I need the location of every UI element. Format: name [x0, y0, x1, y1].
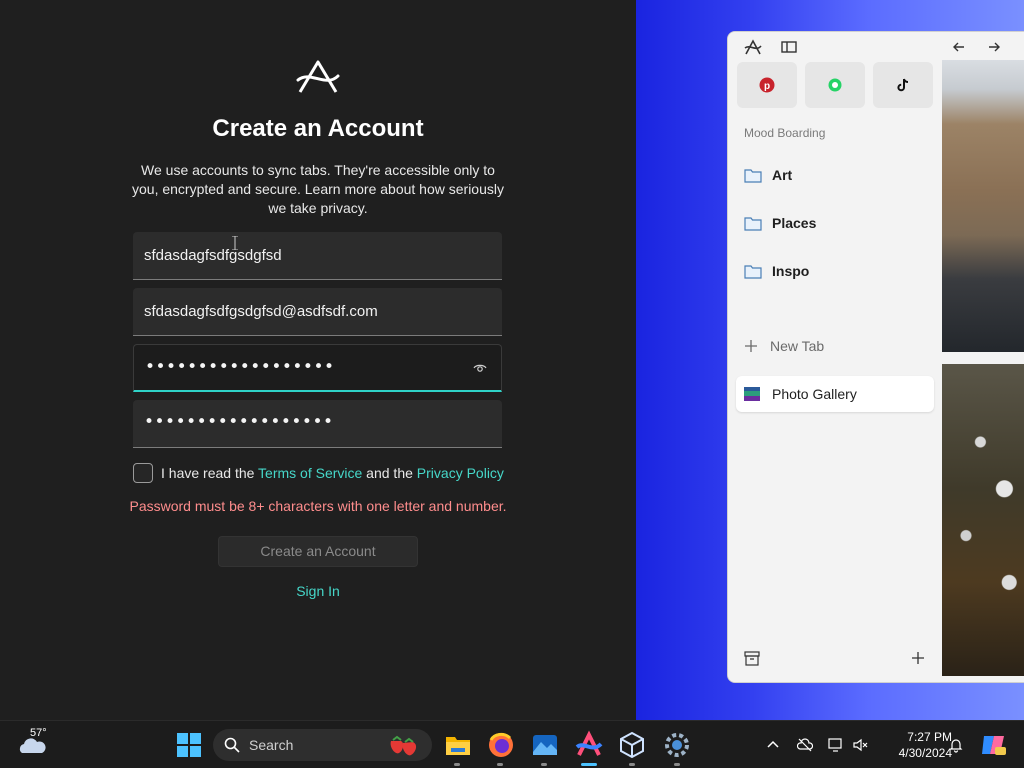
confirm-password-value: •••••••••••••••••• — [144, 412, 334, 432]
gallery-photo-aerial-beach[interactable] — [942, 60, 1024, 352]
running-indicator — [629, 763, 635, 766]
strawberry-icon — [390, 735, 417, 756]
system-clock[interactable]: 7:27 PM 4/30/2024 — [880, 729, 952, 761]
folder-art[interactable]: Art — [744, 164, 792, 186]
folder-label: Places — [772, 215, 817, 231]
pinned-whatsapp[interactable] — [805, 62, 865, 108]
virtualbox-cube-icon[interactable] — [617, 730, 647, 760]
terms-checkbox[interactable] — [133, 463, 153, 483]
pinterest-icon: p — [759, 77, 775, 93]
create-account-button[interactable]: Create an Account — [218, 536, 418, 567]
running-indicator — [454, 763, 460, 766]
confirm-password-field[interactable]: •••••••••••••••••• — [133, 400, 502, 448]
text-cursor-icon — [232, 236, 238, 250]
whatsapp-icon — [828, 78, 842, 92]
password-value: •••••••••••••••••• — [145, 357, 335, 377]
clock-time: 7:27 PM — [907, 730, 952, 744]
terms-of-service-link[interactable]: Terms of Service — [258, 465, 362, 481]
clock-date: 4/30/2024 — [898, 746, 952, 760]
back-arrow-icon[interactable] — [950, 38, 968, 56]
show-password-icon[interactable] — [473, 361, 487, 375]
browser-sidebar: p Mood Boarding Art Places Inspo New Tab… — [728, 32, 1000, 682]
pinned-tiktok[interactable] — [873, 62, 933, 108]
tiktok-icon — [897, 78, 909, 92]
folder-icon — [744, 265, 762, 279]
folder-icon — [744, 169, 762, 183]
chevron-up-icon[interactable] — [765, 737, 781, 753]
arc-browser-icon[interactable] — [574, 730, 604, 760]
folder-places[interactable]: Places — [744, 212, 816, 234]
folder-inspo[interactable]: Inspo — [744, 260, 809, 282]
browser-window: p Mood Boarding Art Places Inspo New Tab… — [727, 31, 1024, 683]
toggle-sidebar-icon[interactable] — [780, 38, 798, 56]
password-error-message: Password must be 8+ characters with one … — [129, 498, 507, 514]
plus-icon — [745, 340, 757, 352]
settings-gear-icon[interactable] — [662, 730, 692, 760]
username-value: sfdasdagfsdfgsdgfsd — [144, 247, 282, 264]
email-value: sfdasdagfsdfgsdgfsd@asdfsdf.com — [144, 303, 378, 320]
search-icon — [224, 737, 240, 753]
tab-label: Photo Gallery — [772, 386, 857, 402]
add-icon[interactable] — [910, 650, 926, 666]
windows-start-icon[interactable] — [174, 730, 204, 760]
username-field[interactable]: sfdasdagfsdfgsdgfsd — [133, 232, 502, 280]
section-title-mood-boarding: Mood Boarding — [744, 126, 826, 140]
running-indicator — [541, 763, 547, 766]
tab-photo-gallery[interactable]: Photo Gallery — [736, 376, 934, 412]
notification-bell-icon[interactable] — [948, 737, 964, 753]
arc-logo-icon — [296, 60, 340, 93]
privacy-policy-link[interactable]: Privacy Policy — [417, 465, 504, 481]
running-indicator — [674, 763, 680, 766]
pinned-pinterest[interactable]: p — [737, 62, 797, 108]
forward-arrow-icon[interactable] — [985, 38, 1003, 56]
windows-taskbar: 57° Search 7:27 PM 4/30/2024 — [0, 720, 1024, 768]
email-field[interactable]: sfdasdagfsdfgsdgfsd@asdfsdf.com — [133, 288, 502, 336]
privacy-description: We use accounts to sync tabs. They're ac… — [132, 162, 504, 216]
folder-label: Art — [772, 167, 793, 183]
sign-in-link[interactable]: Sign In — [0, 583, 636, 599]
folder-icon — [744, 217, 762, 231]
firefox-icon[interactable] — [486, 730, 516, 760]
network-monitor-icon[interactable] — [828, 737, 844, 753]
arc-menu-icon[interactable] — [744, 38, 762, 56]
weather-temperature: 57° — [30, 727, 47, 739]
folder-label: Inspo — [772, 263, 810, 279]
new-tab-button[interactable]: New Tab — [744, 338, 824, 354]
search-label: Search — [249, 737, 294, 753]
copilot-icon[interactable] — [978, 730, 1008, 760]
cloud-offline-icon[interactable] — [797, 737, 813, 753]
new-tab-label: New Tab — [770, 338, 825, 354]
page-title: Create an Account — [212, 115, 424, 142]
password-field[interactable]: •••••••••••••••••• — [133, 344, 502, 392]
terms-label: I have read the Terms of Service and the… — [161, 465, 504, 481]
active-app-indicator — [581, 763, 597, 766]
file-explorer-icon[interactable] — [443, 730, 473, 760]
photos-app-icon[interactable] — [530, 730, 560, 760]
running-indicator — [497, 763, 503, 766]
gallery-favicon-icon — [744, 387, 760, 401]
archive-icon[interactable] — [744, 650, 760, 666]
volume-muted-icon[interactable] — [852, 737, 868, 753]
page-content — [942, 60, 1024, 682]
taskbar-search[interactable]: Search — [213, 729, 432, 761]
signup-panel: Create an Account We use accounts to syn… — [0, 0, 636, 720]
gallery-photo-lights[interactable] — [942, 364, 1024, 676]
svg-text:p: p — [764, 81, 770, 92]
